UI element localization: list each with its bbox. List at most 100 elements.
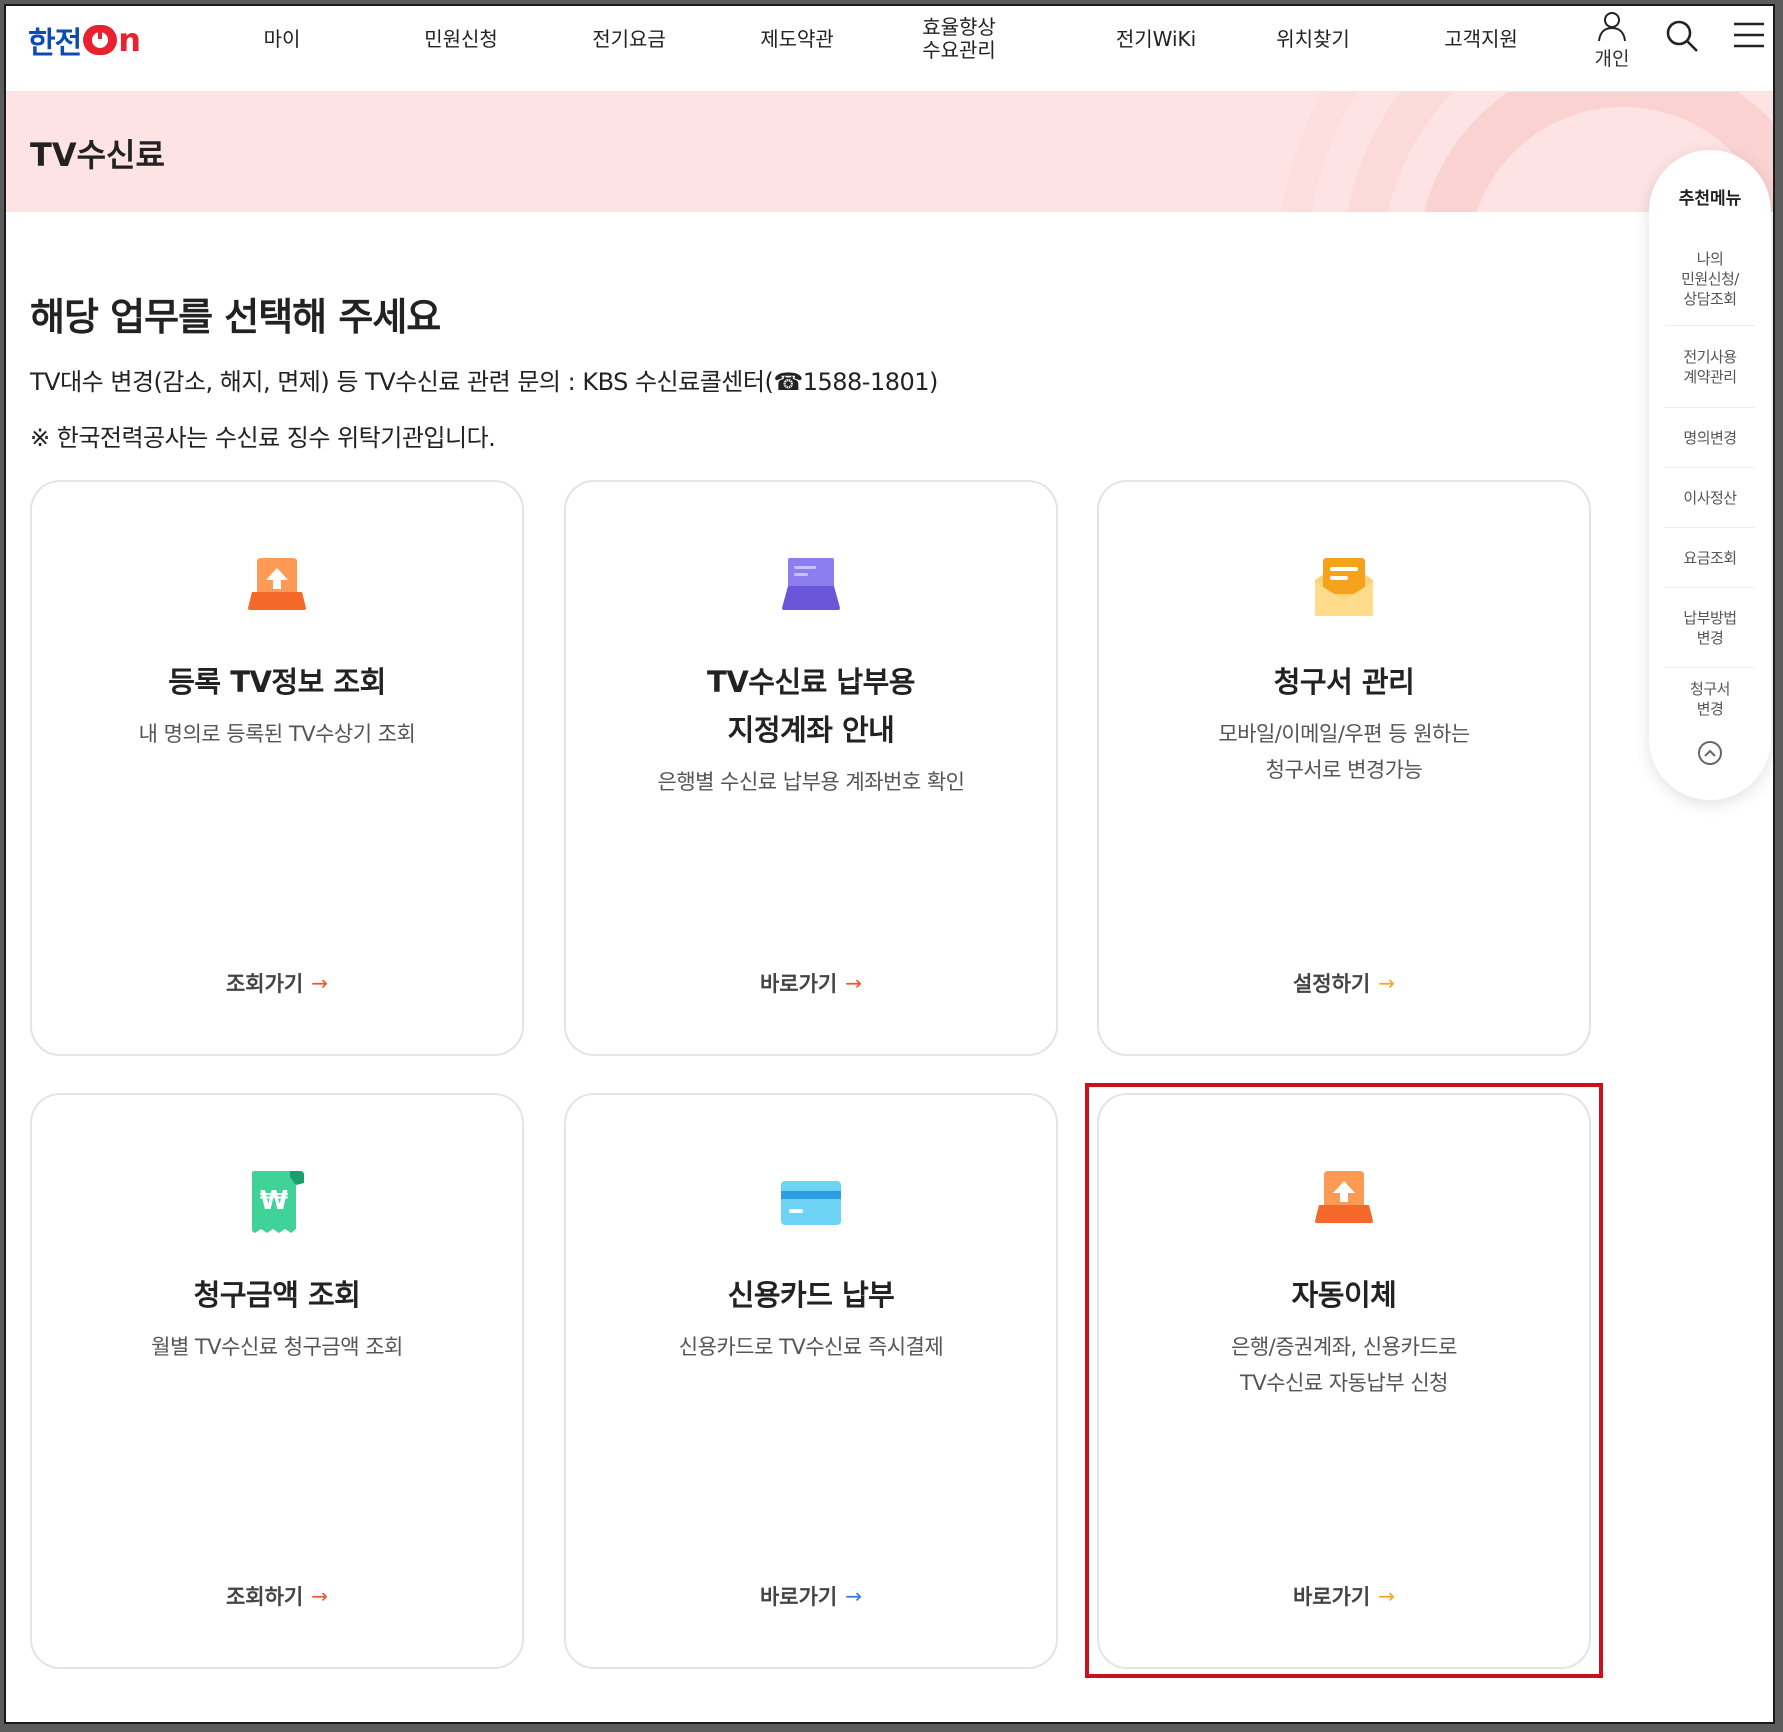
nav-electricity-wiki[interactable]: 전기WiKi: [1096, 6, 1216, 72]
card-title-line2: 지정계좌 안내: [727, 713, 895, 747]
card-title: 신용카드 납부: [727, 1278, 895, 1312]
card-registered-tv-lookup[interactable]: 등록 TV정보 조회 내 명의로 등록된 TV수상기 조회 조회가기 →: [30, 480, 524, 1056]
quick-item-label: 납부방법: [1683, 608, 1737, 627]
quick-item-contract-management[interactable]: 전기사용 계약관리: [1665, 326, 1755, 408]
arrow-right-icon: →: [1378, 971, 1396, 995]
card-link-label: 조회가기: [225, 972, 304, 996]
card-title: 청구금액 조회: [193, 1278, 361, 1312]
quick-item-my-civil-status[interactable]: 나의 민원신청/ 상담조회: [1665, 232, 1755, 326]
chevron-up-icon: [1704, 749, 1716, 757]
search-icon: [1666, 20, 1698, 52]
arrow-right-icon: →: [845, 971, 863, 995]
card-auto-transfer[interactable]: 자동이체 은행/증권계좌, 신용카드로 TV수신료 자동납부 신청 바로가기 →: [1097, 1093, 1591, 1669]
card-description-line1: 모바일/이메일/우편 등 원하는: [1218, 722, 1470, 746]
card-title-line1: TV수신료 납부용: [707, 665, 915, 699]
quick-menu: 추천메뉴 나의 민원신청/ 상담조회 전기사용 계약관리 명의변경 이사정산 요…: [1649, 150, 1771, 800]
card-link-label: 바로가기: [759, 972, 838, 996]
personal-label: 개인: [1594, 48, 1630, 70]
arrow-right-icon: →: [311, 971, 329, 995]
card-link-label: 바로가기: [1292, 1585, 1371, 1609]
card-description: 모바일/이메일/우편 등 원하는 청구서로 변경가능: [1099, 716, 1589, 788]
card-title: 청구서 관리: [1273, 665, 1415, 699]
personal-account-button[interactable]: 개인: [1582, 10, 1642, 71]
quick-item-label: 청구서: [1690, 680, 1730, 698]
card-title: TV수신료 납부용 지정계좌 안내: [566, 658, 1056, 754]
card-description: 은행/증권계좌, 신용카드로 TV수신료 자동납부 신청: [1099, 1329, 1589, 1401]
search-button[interactable]: [1664, 18, 1700, 58]
all-menu-button[interactable]: [1732, 20, 1766, 54]
quick-item-moving-settlement[interactable]: 이사정산: [1665, 468, 1755, 528]
nav-location-finder[interactable]: 위치찾기: [1258, 6, 1368, 72]
logo-on-mark: n: [83, 21, 141, 59]
global-navigation: 한전 n 마이 민원신청 전기요금 제도약관 효율향상 수요관리 전기WiKi …: [6, 6, 1773, 92]
won-receipt-icon: ₩: [252, 1171, 304, 1233]
quick-item-label: 요금조회: [1683, 548, 1737, 567]
nav-civil-application[interactable]: 민원신청: [406, 6, 516, 72]
card-link[interactable]: 조회하기 →: [32, 1581, 522, 1611]
section-headline: 해당 업무를 선택해 주세요: [30, 295, 441, 339]
nav-policy-terms[interactable]: 제도약관: [742, 6, 852, 72]
quick-item-payment-method[interactable]: 납부방법 변경: [1665, 588, 1755, 668]
card-designated-account[interactable]: TV수신료 납부용 지정계좌 안내 은행별 수신료 납부용 계좌번호 확인 바로…: [564, 480, 1058, 1056]
credit-card-icon: [781, 1181, 841, 1225]
arrow-right-icon: →: [845, 1584, 863, 1608]
card-description-line2: TV수신료 자동납부 신청: [1240, 1371, 1448, 1395]
quick-item-label: 명의변경: [1683, 428, 1737, 447]
logo-on-text: n: [118, 21, 141, 59]
nav-electricity-rates[interactable]: 전기요금: [574, 6, 684, 72]
card-link[interactable]: 바로가기 →: [566, 968, 1056, 998]
card-link[interactable]: 설정하기 →: [1099, 968, 1589, 998]
svg-text:₩: ₩: [260, 1186, 289, 1216]
auto-transfer-icon: [1315, 1171, 1373, 1223]
quick-item-label: 상담조회: [1683, 289, 1737, 308]
envelope-icon: [1315, 558, 1373, 616]
page-banner: TV수신료: [6, 92, 1773, 212]
nav-my[interactable]: 마이: [242, 6, 322, 72]
arrow-right-icon: →: [1378, 1584, 1396, 1608]
power-icon: [83, 25, 118, 55]
quick-item-label: 변경: [1696, 628, 1724, 647]
nav-customer-support[interactable]: 고객지원: [1426, 6, 1536, 72]
bank-account-icon: [782, 558, 840, 610]
quick-item-label: 이사정산: [1683, 488, 1737, 507]
quick-item-label: 계약관리: [1683, 367, 1737, 386]
hamburger-menu-icon: [1734, 22, 1764, 48]
agency-notice: ※ 한국전력공사는 수신료 징수 위탁기관입니다.: [30, 424, 496, 452]
card-bill-management[interactable]: 청구서 관리 모바일/이메일/우편 등 원하는 청구서로 변경가능 설정하기 →: [1097, 480, 1591, 1056]
page-title: TV수신료: [30, 136, 165, 174]
quick-item-name-change[interactable]: 명의변경: [1665, 408, 1755, 468]
kepco-on-logo[interactable]: 한전 n: [28, 20, 141, 61]
quick-item-label: 변경: [1696, 700, 1724, 718]
quick-item-rate-lookup[interactable]: 요금조회: [1665, 528, 1755, 588]
logo-text: 한전: [28, 26, 82, 61]
tv-upload-icon: [248, 558, 306, 610]
card-description: 은행별 수신료 납부용 계좌번호 확인: [657, 770, 966, 794]
card-billed-amount[interactable]: ₩ 청구금액 조회 월별 TV수신료 청구금액 조회 조회하기 →: [30, 1093, 524, 1669]
nav-efficiency-demand[interactable]: 효율향상 수요관리: [904, 6, 1014, 72]
card-credit-card-payment[interactable]: 신용카드 납부 신용카드로 TV수신료 즉시결제 바로가기 →: [564, 1093, 1058, 1669]
card-link-label: 설정하기: [1292, 972, 1371, 996]
user-icon: [1598, 12, 1626, 42]
card-link-label: 조회하기: [225, 1585, 304, 1609]
card-title: 자동이체: [1291, 1278, 1397, 1312]
scroll-top-button[interactable]: [1698, 741, 1722, 765]
quick-item-label: 민원신청/: [1681, 269, 1739, 288]
card-title: 등록 TV정보 조회: [168, 665, 386, 699]
quick-item-bill-change[interactable]: 청구서 변경: [1665, 668, 1755, 730]
card-description: 월별 TV수신료 청구금액 조회: [151, 1335, 403, 1359]
card-description: 내 명의로 등록된 TV수상기 조회: [138, 722, 416, 746]
quick-item-label: 나의: [1696, 249, 1724, 268]
browser-page: 한전 n 마이 민원신청 전기요금 제도약관 효율향상 수요관리 전기WiKi …: [4, 4, 1775, 1724]
inquiry-notice: TV대수 변경(감소, 해지, 면제) 등 TV수신료 관련 문의 : KBS …: [30, 368, 938, 396]
card-link[interactable]: 바로가기 →: [1099, 1581, 1589, 1611]
card-link[interactable]: 바로가기 →: [566, 1581, 1056, 1611]
arrow-right-icon: →: [311, 1584, 329, 1608]
card-description-line1: 은행/증권계좌, 신용카드로: [1231, 1335, 1457, 1359]
card-description-line2: 청구서로 변경가능: [1265, 758, 1423, 782]
quick-item-label: 전기사용: [1683, 347, 1737, 366]
nav-efficiency-line1: 효율향상: [922, 15, 996, 39]
nav-efficiency-line2: 수요관리: [922, 38, 996, 62]
card-link[interactable]: 조회가기 →: [32, 968, 522, 998]
card-link-label: 바로가기: [759, 1585, 838, 1609]
card-description: 신용카드로 TV수신료 즉시결제: [678, 1335, 944, 1359]
